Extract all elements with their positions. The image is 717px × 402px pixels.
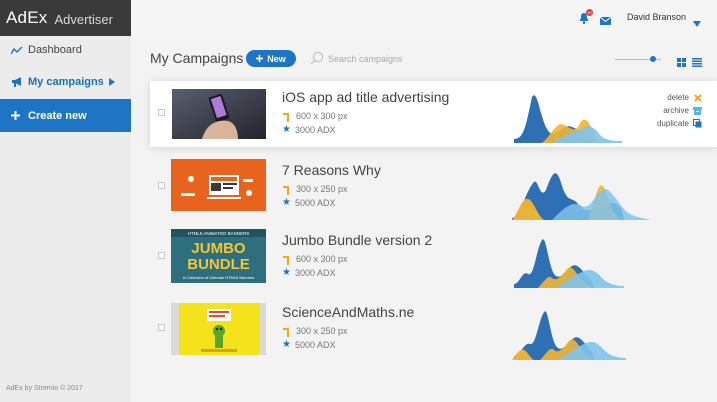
yellow-cartoon-banner[interactable] — [171, 303, 266, 355]
duplicate-action[interactable]: duplicate — [640, 117, 702, 130]
campaign-title[interactable]: 7 Reasons Why — [282, 162, 381, 178]
search-icon[interactable] — [310, 51, 324, 70]
chart-line-icon — [11, 46, 25, 55]
sidebar-item-create-new[interactable]: Create new — [0, 99, 131, 132]
sidebar-item-dashboard[interactable]: Dashboard — [0, 35, 131, 65]
row-checkbox[interactable] — [158, 324, 165, 331]
row-checkbox[interactable] — [158, 252, 165, 259]
chevron-right-icon — [108, 78, 115, 86]
duplicate-icon — [693, 119, 702, 128]
campaign-sparkline — [512, 311, 626, 360]
campaign-cost: ★ 5000 ADX — [282, 339, 336, 351]
banner-line2-text: BUNDLE — [187, 256, 250, 273]
campaign-dimensions: 300 x 250 px — [282, 184, 348, 195]
archive-icon — [693, 106, 702, 115]
jumbo-bundle-banner[interactable]: HTML5 ANIMATED BANNERS JUMBO BUNDLE A Co… — [171, 229, 266, 283]
search-input[interactable] — [328, 52, 468, 66]
new-campaign-button[interactable]: New — [246, 50, 296, 67]
delete-icon — [693, 93, 702, 102]
campaign-cost: ★ 5000 ADX — [282, 197, 336, 209]
megaphone-icon — [11, 77, 25, 87]
campaign-sparkline — [514, 95, 622, 143]
list-view-icon[interactable] — [692, 54, 702, 72]
dimensions-value: 300 x 250 px — [296, 184, 348, 194]
sidebar-item-label: My campaigns — [28, 76, 104, 88]
mail-icon[interactable] — [599, 12, 612, 30]
sidebar-item-label: Dashboard — [28, 44, 82, 56]
campaign-title[interactable]: Jumbo Bundle version 2 — [282, 232, 432, 248]
delete-action[interactable]: delete — [640, 91, 702, 104]
star-icon: ★ — [282, 339, 291, 350]
campaign-cost: ★ 3000 ADX — [282, 267, 336, 279]
new-button-label: New — [267, 53, 286, 64]
dimensions-value: 600 x 300 px — [296, 254, 348, 264]
cost-value: 3000 ADX — [294, 125, 336, 135]
row-checkbox[interactable] — [158, 182, 165, 189]
campaign-row[interactable]: 7 Reasons Why 300 x 250 px ★ 5000 ADX — [150, 154, 717, 220]
campaign-dimensions: 300 x 250 px — [282, 326, 348, 337]
campaign-sparkline — [514, 239, 624, 288]
chevron-down-icon[interactable] — [693, 14, 701, 32]
notification-badge: 10 — [586, 9, 593, 16]
plus-icon — [256, 54, 264, 64]
dimensions-icon — [282, 327, 292, 337]
dimensions-icon — [282, 185, 292, 195]
campaign-row[interactable]: ScienceAndMaths.ne 300 x 250 px ★ 5000 A… — [150, 296, 717, 362]
top-bar: 10 David Branson — [131, 0, 717, 36]
dimensions-icon — [282, 112, 292, 122]
campaign-dimensions: 600 x 300 px — [282, 254, 348, 265]
campaign-row[interactable]: HTML5 ANIMATED BANNERS JUMBO BUNDLE A Co… — [150, 224, 717, 290]
phone-in-hand-image[interactable] — [172, 89, 266, 139]
star-icon: ★ — [282, 197, 291, 208]
row-actions: delete archive duplicate — [640, 91, 702, 130]
cost-value: 5000 ADX — [294, 198, 336, 208]
campaign-row[interactable]: iOS app ad title advertising 600 x 300 p… — [150, 81, 717, 147]
sidebar-item-label: Create new — [28, 109, 87, 122]
campaign-cost: ★ 3000 ADX — [282, 124, 336, 136]
dimensions-value: 300 x 250 px — [296, 326, 348, 336]
star-icon: ★ — [282, 124, 291, 135]
app-logo[interactable]: AdEx — [6, 8, 47, 28]
cost-value: 5000 ADX — [294, 340, 336, 350]
delete-label: delete — [667, 93, 689, 102]
banner-top-text: HTML5 ANIMATED BANNERS — [188, 231, 250, 236]
sidebar: AdEx Advertiser Dashboard My campaigns C… — [0, 0, 131, 402]
sidebar-footer: AdEx by Stremio © 2017 — [6, 385, 83, 392]
orange-web-illustration[interactable] — [171, 159, 266, 211]
sidebar-item-my-campaigns[interactable]: My campaigns — [0, 67, 131, 97]
cost-value: 3000 ADX — [294, 268, 336, 278]
dimensions-icon — [282, 255, 292, 265]
campaign-dimensions: 600 x 300 px — [282, 111, 348, 122]
row-checkbox[interactable] — [158, 109, 165, 116]
archive-label: archive — [663, 106, 689, 115]
archive-action[interactable]: archive — [640, 104, 702, 117]
brand-header: AdEx Advertiser — [0, 0, 131, 36]
plus-icon — [11, 111, 25, 120]
page-title: My Campaigns — [150, 50, 244, 66]
campaign-title[interactable]: iOS app ad title advertising — [282, 89, 449, 105]
zoom-slider-handle[interactable] — [649, 56, 656, 62]
user-name[interactable]: David Branson — [627, 12, 686, 22]
banner-line1-text: JUMBO — [191, 240, 246, 257]
app-subtitle: Advertiser — [54, 11, 113, 27]
campaign-title[interactable]: ScienceAndMaths.ne — [282, 304, 414, 320]
banner-bottom-text: A Collection of Ultimate HTML5 Banners — [183, 275, 255, 280]
duplicate-label: duplicate — [656, 119, 689, 128]
star-icon: ★ — [282, 267, 291, 278]
grid-view-icon[interactable] — [677, 54, 686, 72]
campaign-sparkline — [512, 173, 650, 220]
dimensions-value: 600 x 300 px — [296, 111, 348, 121]
